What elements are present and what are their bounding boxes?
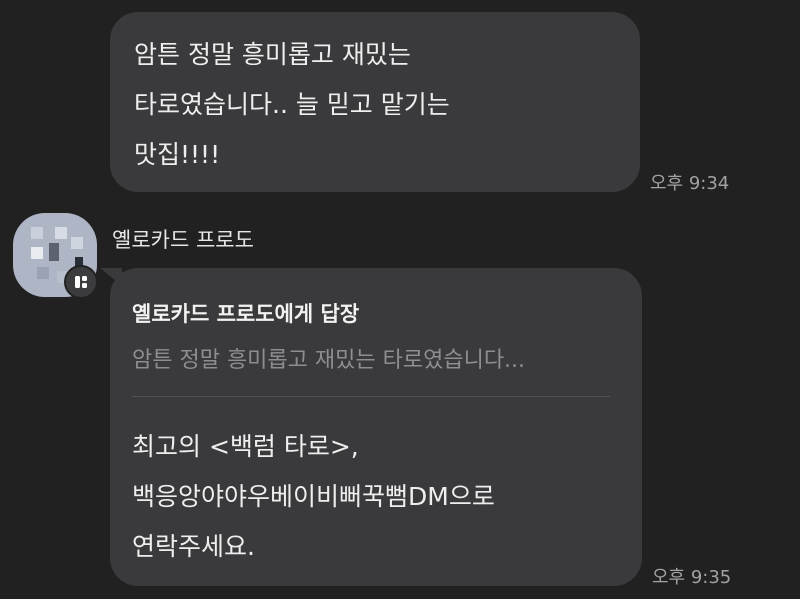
divider xyxy=(132,396,610,397)
message-bubble[interactable]: 암튼 정말 흥미롭고 재밌는 타로였습니다.. 늘 믿고 맡기는 맛집!!!! xyxy=(110,12,640,192)
message-timestamp: 오후 9:35 xyxy=(652,567,732,588)
reply-title[interactable]: 옐로카드 프로도에게 답장 xyxy=(132,298,359,328)
message-text: 최고의 <백럼 타로>, 백응앙야야우베이비뻐꾹뻠DM으로 연락주세요. xyxy=(132,432,495,561)
message-bubble[interactable]: 옐로카드 프로도에게 답장 암튼 정말 흥미롭고 재밌는 타로였습니다... 최… xyxy=(110,268,642,586)
message-text: 암튼 정말 흥미롭고 재밌는 타로였습니다.. 늘 믿고 맡기는 맛집!!!! xyxy=(134,40,450,169)
avatar-pixel xyxy=(55,227,67,239)
avatar-pixel xyxy=(31,227,43,239)
reply-preview[interactable]: 암튼 정말 흥미롭고 재밌는 타로였습니다... xyxy=(132,342,632,374)
sender-name: 옐로카드 프로도 xyxy=(112,228,254,252)
profile-badge-icon xyxy=(64,265,98,299)
avatar-pixel xyxy=(49,243,59,261)
avatar-pixel xyxy=(31,247,43,259)
avatar-pixel xyxy=(37,267,49,279)
avatar-pixel xyxy=(71,237,83,249)
message-timestamp: 오후 9:34 xyxy=(650,173,730,194)
